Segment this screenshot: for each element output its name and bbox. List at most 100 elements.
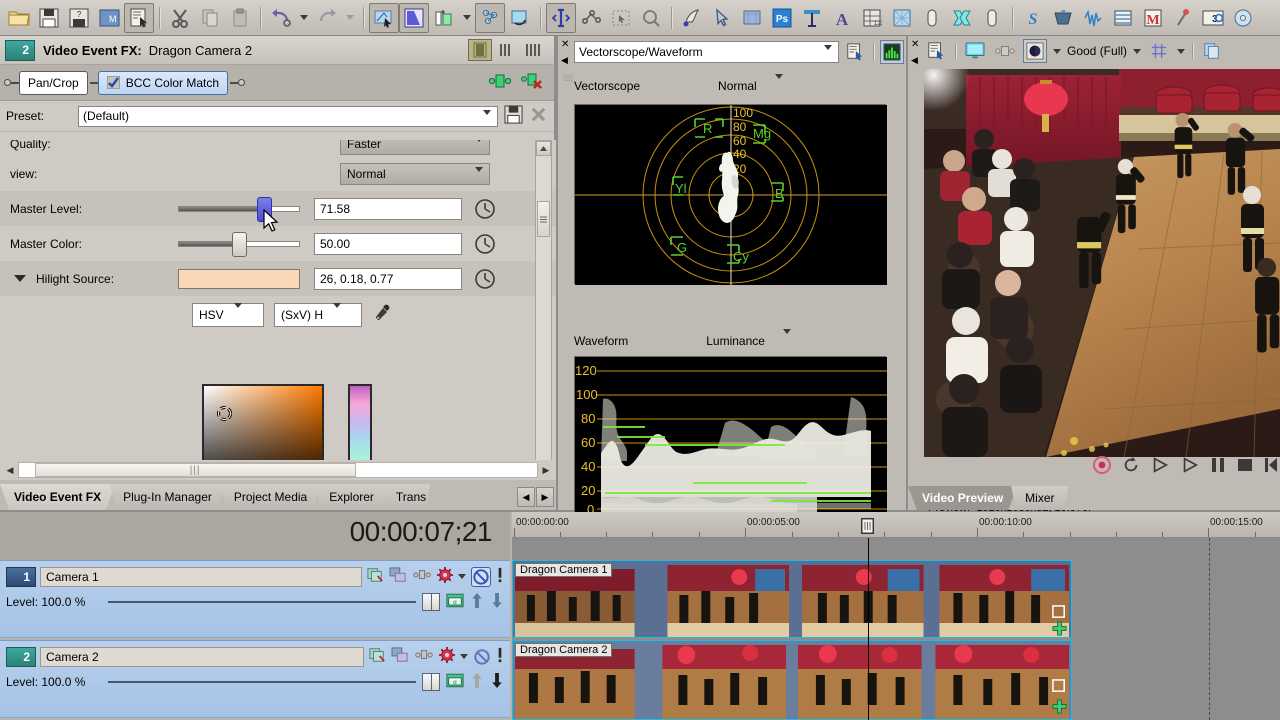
chevron-down-icon[interactable] [233, 302, 242, 322]
render-as-icon[interactable]: M [94, 3, 124, 33]
video-fx-icon[interactable] [947, 3, 977, 33]
remove-plugin-button[interactable] [520, 72, 544, 93]
tab-transitions[interactable]: Trans [381, 484, 431, 510]
close-icon[interactable]: ✕ [561, 39, 569, 50]
track-up-icon[interactable] [470, 672, 484, 692]
enable-touch-icon[interactable] [677, 3, 707, 33]
master-color-value-field[interactable]: 50.00 [314, 232, 462, 255]
previous-frame-button[interactable] [1264, 456, 1278, 477]
track-up-icon[interactable] [470, 592, 484, 612]
stop-button[interactable] [1236, 456, 1254, 477]
track-compositing-icon[interactable] [412, 568, 432, 585]
tab-plug-in-manager[interactable]: Plug-In Manager [109, 484, 226, 510]
preview-quality-dropdown-icon[interactable] [1053, 48, 1061, 54]
track-motion-icon[interactable] [391, 647, 409, 666]
audio-fx-1-icon[interactable] [917, 3, 947, 33]
track-level-slider-1[interactable] [108, 601, 416, 603]
media-generator-icon[interactable]: A [827, 3, 857, 33]
scope-preset-icon[interactable] [843, 40, 867, 64]
track-mute-icon[interactable] [471, 566, 491, 587]
playhead-handle[interactable] [861, 518, 874, 534]
sony-icon[interactable]: S [1018, 3, 1048, 33]
param-view-combo[interactable]: Normal [340, 162, 490, 186]
trimmer-icon[interactable] [737, 3, 767, 33]
edit-details-icon[interactable]: 123 [857, 3, 887, 33]
auto-ripple-icon[interactable] [429, 3, 459, 33]
expand-triangle-icon[interactable] [14, 275, 26, 282]
timeline-events-area[interactable]: Dragon Camera 1 Dragon Camera 2 [512, 538, 1280, 720]
event-fx-icon[interactable] [1052, 621, 1067, 637]
track-solo-icon[interactable] [496, 647, 504, 666]
collapse-icon[interactable]: ◀ [561, 55, 568, 66]
tab-video-event-fx[interactable]: Video Event FX [0, 484, 116, 510]
delete-preset-button[interactable] [529, 105, 548, 127]
audio-fx-2-icon[interactable] [977, 3, 1007, 33]
plugin-enabled-checkbox-icon[interactable] [106, 75, 121, 90]
zoom-edit-tool-icon[interactable] [636, 3, 666, 33]
scroll-up-button[interactable] [536, 141, 551, 156]
tab-scroll-right-button[interactable]: ▶ [536, 487, 554, 507]
scroll-left-button[interactable]: ◀ [2, 462, 18, 478]
event-pan-crop-icon[interactable] [1052, 679, 1067, 697]
normal-edit-tool-icon[interactable] [546, 2, 576, 33]
timeline-lane-2[interactable]: Dragon Camera 2 [512, 640, 1280, 720]
event-fx-icon[interactable] [1052, 699, 1067, 717]
track-fx-icon[interactable] [368, 647, 386, 666]
scroll-thumb[interactable]: ||| [34, 463, 356, 477]
master-color-slider[interactable] [178, 231, 300, 257]
close-icon[interactable]: ✕ [911, 39, 919, 50]
drag-handle[interactable]: ⁞⁞⁞⁞ [563, 74, 573, 83]
envelope-edit-tool-icon[interactable] [576, 3, 606, 33]
timecode-display[interactable]: 00:00:07;21 [350, 516, 493, 548]
tab-video-preview[interactable]: Video Preview [908, 486, 1018, 510]
auto-ripple-dropdown-icon[interactable] [459, 3, 475, 33]
color-plane-combo[interactable]: (SxV) H [274, 302, 362, 327]
track-compositing-dropdown-icon[interactable] [458, 574, 466, 579]
redo-dropdown-icon[interactable] [342, 3, 358, 33]
track-name-field-2[interactable]: Camera 2 [40, 646, 364, 667]
split-screen-icon[interactable] [993, 39, 1017, 63]
timeline-event-camera2[interactable]: Dragon Camera 2 [512, 640, 1072, 720]
pan-crop-plugin[interactable]: Pan/Crop [19, 70, 88, 95]
master-color-keyframe-icon[interactable] [474, 233, 496, 255]
color-model-combo[interactable]: HSV [192, 302, 264, 327]
scroll-track[interactable]: ||| [18, 462, 538, 478]
scroll-thumb[interactable] [537, 201, 550, 237]
undo-dropdown-icon[interactable] [296, 3, 312, 33]
preview-properties-icon[interactable] [924, 39, 948, 63]
track-compositing-icon[interactable] [414, 648, 434, 665]
save-preset-button[interactable] [504, 105, 523, 127]
hilight-source-keyframe-icon[interactable] [474, 268, 496, 290]
track-level-slider-2[interactable] [108, 681, 416, 683]
overlays-icon[interactable] [1147, 39, 1171, 63]
enable-snapping-icon[interactable] [369, 2, 399, 33]
chevron-down-icon[interactable] [782, 329, 791, 348]
chevron-down-icon[interactable] [774, 74, 783, 93]
track-mute-icon[interactable] [473, 648, 491, 666]
param-quality-combo[interactable]: Faster [340, 140, 490, 156]
play-button[interactable] [1180, 456, 1200, 477]
external-app-icon[interactable] [1048, 3, 1078, 33]
show-keyframes-button[interactable] [468, 39, 492, 61]
chevron-down-icon[interactable] [1133, 48, 1142, 54]
copy-snapshot-to-clipboard-icon[interactable] [1200, 39, 1224, 63]
pointer-icon[interactable] [707, 3, 737, 33]
redo-icon[interactable] [312, 3, 342, 33]
open-project-icon[interactable] [4, 3, 34, 33]
show-grid-2-button[interactable] [495, 39, 519, 61]
magix-icon[interactable]: M [1138, 3, 1168, 33]
chevron-down-icon[interactable] [483, 109, 491, 129]
track-name-field-1[interactable]: Camera 1 [40, 566, 362, 587]
selection-edit-tool-icon[interactable] [606, 3, 636, 33]
marker-icon[interactable] [1168, 3, 1198, 33]
track-level-thumb-1[interactable] [422, 593, 440, 611]
track-header-2[interactable]: 2 Camera 2 Level: 100.0 % α [0, 640, 510, 718]
overlays-dropdown-icon[interactable] [1177, 48, 1186, 54]
fx-horizontal-scrollbar[interactable]: ◀ ||| ▶ [0, 460, 556, 480]
lock-envelopes-icon[interactable] [475, 2, 505, 33]
tab-explorer[interactable]: Explorer [315, 484, 388, 510]
track-keyframe-icon[interactable]: α [446, 592, 464, 612]
chevron-down-icon[interactable] [475, 166, 483, 186]
track-down-icon[interactable] [490, 672, 504, 692]
track-compositing-dropdown-icon[interactable] [460, 654, 468, 659]
